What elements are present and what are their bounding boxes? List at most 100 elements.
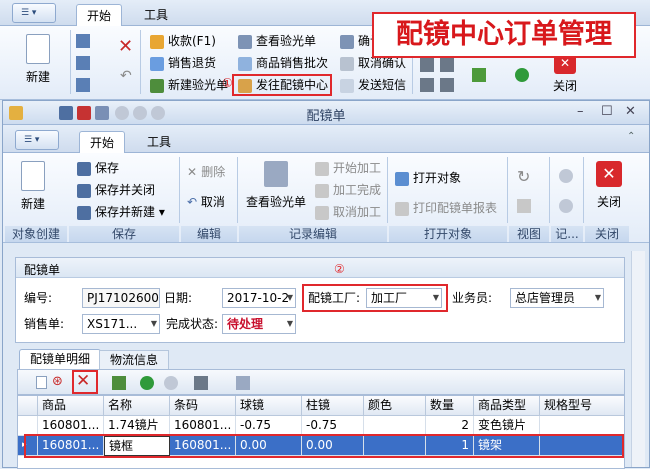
view-inspection-button[interactable]: 查看验光单 <box>243 161 309 210</box>
collapse-ribbon-icon[interactable]: ⌃ <box>627 131 635 142</box>
printer-icon[interactable] <box>440 78 454 92</box>
sales-order-value: XS171... <box>87 317 138 331</box>
sales-order-select[interactable]: XS171... ▼ <box>82 314 160 334</box>
printer-icon[interactable] <box>194 376 208 390</box>
bg-send-sms-button[interactable]: 发送短信 <box>340 76 406 94</box>
down-arrow-icon[interactable] <box>559 199 573 213</box>
save-close-button[interactable]: 保存并关闭 <box>77 181 155 199</box>
bg-tab-tools[interactable]: 工具 <box>134 4 178 26</box>
cell[interactable]: 1.74镜片 <box>104 416 170 436</box>
save-new-icon[interactable] <box>76 78 90 92</box>
down-arrow-icon[interactable] <box>164 376 178 390</box>
settings-icon[interactable] <box>236 376 250 390</box>
cell[interactable]: -0.75 <box>236 416 302 436</box>
printer-icon[interactable] <box>440 58 454 72</box>
status-value: 待处理 <box>227 317 264 331</box>
process-done-button[interactable]: 加工完成 <box>315 181 381 199</box>
col-header[interactable]: 规格型号 <box>540 396 624 416</box>
start-process-button[interactable]: 开始加工 <box>315 159 381 177</box>
col-header[interactable]: 条码 <box>170 396 236 416</box>
window-close-icon[interactable]: ✕ <box>625 104 636 119</box>
save-close-icon[interactable] <box>76 56 90 70</box>
save-icon[interactable] <box>76 34 90 48</box>
tab-tools[interactable]: 工具 <box>137 131 181 153</box>
col-header[interactable]: 商品类型 <box>474 396 540 416</box>
scrollbar[interactable] <box>631 251 645 467</box>
order-no-field[interactable]: PJ17102600 <box>82 288 160 308</box>
refresh-icon[interactable]: ↻ <box>517 167 530 186</box>
cell[interactable]: 160801... <box>170 416 236 436</box>
cancel-button[interactable]: ↶ 取消 <box>187 193 225 211</box>
export-icon[interactable] <box>472 68 486 82</box>
overlay-title: 配镜中心订单管理 <box>372 12 636 58</box>
glasses-add-icon <box>150 78 164 93</box>
bg-batch-button[interactable]: 商品销售批次 <box>238 54 328 72</box>
up-arrow-icon[interactable] <box>140 376 154 390</box>
date-field[interactable]: 2017-10-2 ▼ <box>222 288 296 308</box>
save-icon <box>77 161 91 176</box>
new-document-icon <box>21 161 45 191</box>
bg-new-inspection-button[interactable]: 新建验光单 <box>150 76 228 94</box>
cell[interactable] <box>540 416 624 436</box>
down-arrow-icon[interactable] <box>515 68 529 82</box>
bg-tab-start[interactable]: 开始 <box>76 4 123 26</box>
status-select[interactable]: 待处理 ▼ <box>222 314 296 334</box>
col-header[interactable]: 颜色 <box>364 396 426 416</box>
new-row-icon[interactable] <box>36 376 47 389</box>
cell[interactable]: 160801... <box>38 416 104 436</box>
bg-new-button[interactable]: 新建 <box>18 34 58 85</box>
bg-receive-button[interactable]: 收款(F1) <box>150 32 216 50</box>
tab-start[interactable]: 开始 <box>79 131 126 153</box>
start-process-label: 开始加工 <box>333 161 382 175</box>
new-label: 新建 <box>20 197 45 211</box>
chevron-down-icon: ▼ <box>594 293 601 302</box>
chevron-down-icon: ▼ <box>286 319 293 328</box>
save-new-button[interactable]: 保存并新建 ▾ <box>77 203 165 221</box>
salesman-select[interactable]: 总店管理员 ▼ <box>510 288 604 308</box>
printer-icon[interactable] <box>420 78 434 92</box>
grid-export-icon[interactable] <box>112 376 126 390</box>
highlight-remove <box>72 370 98 394</box>
delete-button[interactable]: ✕ 删除 <box>187 163 225 181</box>
tab-logistics[interactable]: 物流信息 <box>99 350 170 369</box>
save-new-icon <box>77 205 91 220</box>
bg-sales-return-button[interactable]: 销售退货 <box>150 54 216 72</box>
col-header[interactable]: 商品 <box>38 396 104 416</box>
background-window: ☰ ▾ 开始 工具 新建 ✕ ↶ 收款(F1) 销售退货 新建验光单 查看验光单… <box>0 0 650 100</box>
cell[interactable] <box>364 416 426 436</box>
col-header[interactable]: 球镜 <box>236 396 302 416</box>
minimize-icon[interactable]: – <box>577 104 584 119</box>
close-button[interactable]: ✕ 关闭 <box>589 161 629 210</box>
new-button[interactable]: 新建 <box>13 161 53 212</box>
cell[interactable]: 2 <box>426 416 474 436</box>
salesman-label: 业务员: <box>452 291 493 305</box>
bg-close-button[interactable]: ✕ 关闭 <box>548 52 582 94</box>
col-header[interactable]: 数量 <box>426 396 474 416</box>
group-label: 记录编辑 <box>239 226 387 242</box>
col-header[interactable]: 柱镜 <box>302 396 364 416</box>
open-object-label: 打开对象 <box>413 171 462 185</box>
sales-order-label: 销售单: <box>24 317 65 331</box>
col-header[interactable]: 名称 <box>104 396 170 416</box>
maximize-icon[interactable]: ☐ <box>601 104 613 119</box>
process-done-label: 加工完成 <box>333 183 382 197</box>
open-object-button[interactable]: 打开对象 <box>395 169 461 187</box>
save-button[interactable]: 保存 <box>77 159 119 177</box>
cancel-confirm-icon <box>340 56 354 71</box>
printer-icon[interactable] <box>420 58 434 72</box>
tab-order-detail[interactable]: 配镜单明细 <box>19 349 102 369</box>
cell[interactable]: -0.75 <box>302 416 364 436</box>
status-label: 完成状态: <box>166 317 219 331</box>
bg-view-inspection-button[interactable]: 查看验光单 <box>238 32 316 50</box>
front-app-menu-button[interactable]: ☰ ▾ <box>15 130 59 150</box>
cell[interactable]: 变色镜片 <box>474 416 540 436</box>
undo-icon[interactable]: ↶ <box>120 68 132 84</box>
delete-row-icon[interactable]: ⊛ <box>52 374 63 389</box>
print-report-button[interactable]: 打印配镜单报表 <box>395 199 497 217</box>
delete-icon[interactable]: ✕ <box>118 36 133 57</box>
up-arrow-icon[interactable] <box>559 169 573 183</box>
app-menu-button[interactable]: ☰ ▾ <box>12 3 56 23</box>
cancel-process-button[interactable]: 取消加工 <box>315 203 381 221</box>
view-icon[interactable] <box>517 199 531 213</box>
bg-close-label: 关闭 <box>552 79 577 93</box>
